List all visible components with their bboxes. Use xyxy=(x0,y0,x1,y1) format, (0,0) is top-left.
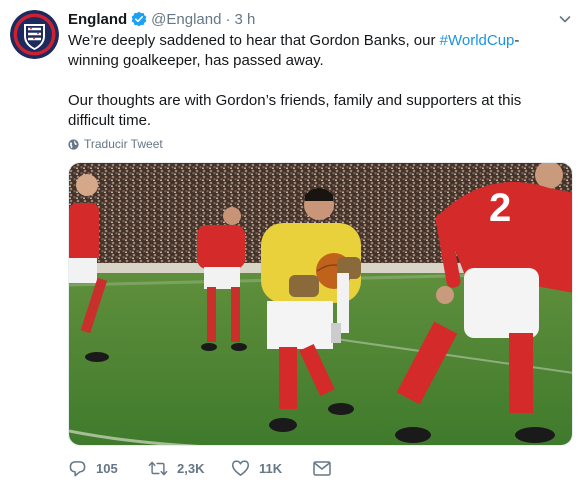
author-handle[interactable]: @England xyxy=(151,11,221,28)
verified-badge-icon xyxy=(131,11,147,27)
header-separator: · xyxy=(225,10,231,28)
tweet[interactable]: England @England · 3 h We’re deeply sadd… xyxy=(0,0,581,488)
tweet-photo[interactable]: 2 xyxy=(68,162,573,446)
tweet-header: England @England · 3 h xyxy=(68,9,255,29)
retweet-button[interactable]: 2,3K xyxy=(148,459,231,478)
tweet-actions: 105 2,3K 11K xyxy=(68,458,388,478)
football-match-photo: 2 xyxy=(69,163,572,445)
translate-tweet-link[interactable]: Traducir Tweet xyxy=(68,136,163,152)
tweet-timestamp[interactable]: 3 h xyxy=(234,11,255,28)
heart-icon xyxy=(231,460,250,476)
chevron-down-icon[interactable] xyxy=(558,12,572,26)
tweet-text: We’re deeply saddened to hear that Gordo… xyxy=(68,31,558,131)
three-lions-crest-icon xyxy=(10,10,59,59)
reply-icon xyxy=(69,460,86,476)
jersey-number: 2 xyxy=(489,186,511,230)
reply-button[interactable]: 105 xyxy=(68,459,148,478)
avatar[interactable] xyxy=(10,10,59,59)
envelope-icon xyxy=(313,460,331,476)
hashtag-link[interactable]: #WorldCup xyxy=(440,32,515,49)
tweet-text-part1: We’re deeply saddened to hear that Gordo… xyxy=(68,32,440,49)
tweet-paragraph-2: Our thoughts are with Gordon’s friends, … xyxy=(68,92,522,129)
like-count: 11K xyxy=(259,460,283,476)
retweet-icon xyxy=(148,461,168,475)
author-name[interactable]: England xyxy=(68,11,127,28)
direct-message-button[interactable] xyxy=(313,460,343,476)
retweet-count: 2,3K xyxy=(177,460,205,476)
reply-count: 105 xyxy=(96,460,118,476)
tweet-paragraph-1: We’re deeply saddened to hear that Gordo… xyxy=(68,31,558,71)
globe-icon xyxy=(68,138,79,150)
translate-label: Traducir Tweet xyxy=(84,137,163,151)
like-button[interactable]: 11K xyxy=(231,459,313,477)
